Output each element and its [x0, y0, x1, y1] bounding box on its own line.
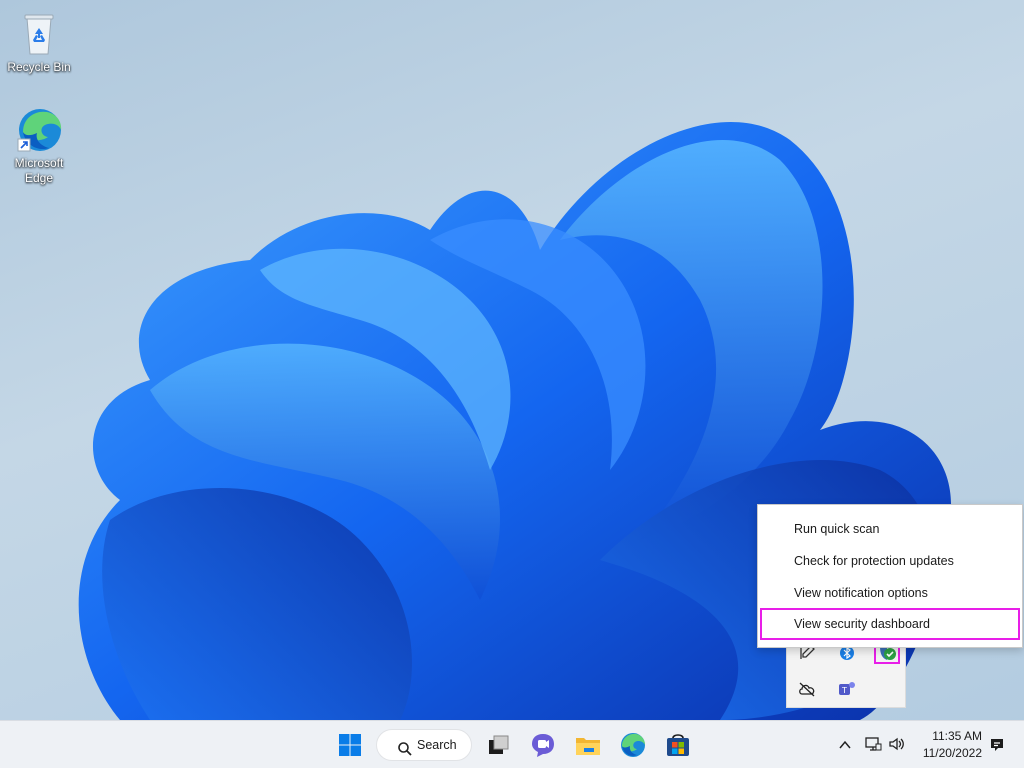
taskbar-search-box[interactable]: Search	[376, 729, 472, 761]
show-hidden-icons-chevron-icon[interactable]	[837, 737, 853, 753]
taskbar: Search 11:35 AM 11/20/2022	[0, 720, 1024, 768]
start-icon[interactable]	[334, 729, 366, 761]
menu-item-label: View notification options	[794, 586, 928, 600]
network-icon[interactable]	[864, 735, 882, 753]
onedrive-offline-icon[interactable]	[797, 679, 817, 699]
edge-icon	[15, 106, 63, 154]
store-icon[interactable]	[662, 729, 694, 761]
recycle-bin-icon	[15, 10, 63, 58]
taskbar-clock[interactable]: 11:35 AM 11/20/2022	[912, 729, 982, 761]
menu-item-view-security-dashboard[interactable]: View security dashboard	[760, 608, 1020, 640]
task-view-icon[interactable]	[482, 729, 514, 761]
teams-icon[interactable]: T	[837, 679, 857, 699]
clock-time: 11:35 AM	[932, 729, 982, 743]
menu-item-run-quick-scan[interactable]: Run quick scan	[760, 513, 1020, 545]
menu-item-check-protection-updates[interactable]: Check for protection updates	[760, 545, 1020, 577]
menu-item-view-notification-options[interactable]: View notification options	[760, 577, 1020, 609]
desktop-icon-label: Recycle Bin	[7, 60, 71, 74]
file-explorer-icon[interactable]	[572, 729, 604, 761]
chat-icon[interactable]	[527, 729, 559, 761]
notification-icon[interactable]	[988, 735, 1006, 753]
volume-icon[interactable]	[888, 735, 906, 753]
desktop-icon-label: Microsoft Edge	[14, 156, 64, 185]
clock-date: 11/20/2022	[922, 746, 982, 760]
desktop-icon-edge[interactable]: Microsoft Edge	[7, 106, 71, 186]
desktop-icon-recycle-bin[interactable]: Recycle Bin	[7, 10, 71, 75]
search-icon	[397, 738, 413, 756]
menu-item-label: Run quick scan	[794, 522, 880, 536]
search-label: Search	[417, 738, 457, 752]
menu-item-label: Check for protection updates	[794, 554, 954, 568]
defender-context-menu: Run quick scan Check for protection upda…	[757, 504, 1023, 648]
svg-text:T: T	[841, 686, 847, 695]
edge-icon[interactable]	[617, 729, 649, 761]
menu-item-label: View security dashboard	[794, 617, 930, 631]
